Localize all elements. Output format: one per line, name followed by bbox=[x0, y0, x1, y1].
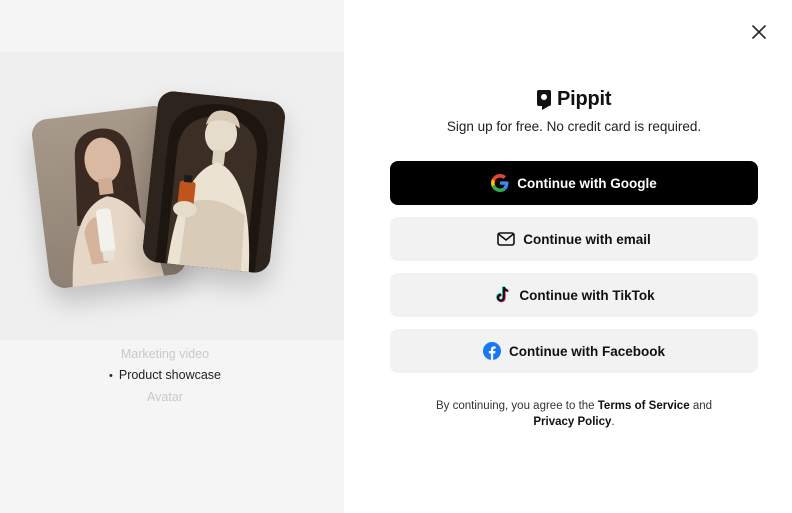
tiktok-icon bbox=[493, 286, 511, 304]
tiktok-button-label: Continue with TikTok bbox=[519, 287, 655, 303]
continue-with-google-button[interactable]: Continue with Google bbox=[390, 161, 758, 205]
pippit-logo-icon bbox=[537, 89, 551, 110]
mode-avatar[interactable]: Avatar bbox=[0, 387, 330, 408]
google-button-label: Continue with Google bbox=[517, 175, 657, 191]
legal-prefix: By continuing, you agree to the bbox=[436, 400, 595, 412]
continue-with-email-button[interactable]: Continue with email bbox=[390, 217, 758, 261]
mail-icon bbox=[497, 230, 516, 248]
showcase-panel: Marketing video Product showcase Avatar bbox=[0, 0, 344, 513]
signup-subtitle: Sign up for free. No credit card is requ… bbox=[446, 119, 702, 134]
brand-logo: Pippit bbox=[536, 88, 612, 111]
showcase-mode-list: Marketing video Product showcase Avatar bbox=[0, 344, 330, 408]
facebook-button-label: Continue with Facebook bbox=[508, 343, 665, 359]
showcase-gallery bbox=[0, 52, 344, 340]
terms-of-service-link[interactable]: Terms of Service bbox=[598, 400, 690, 412]
close-icon bbox=[752, 25, 766, 39]
continue-with-tiktok-button[interactable]: Continue with TikTok bbox=[390, 273, 758, 317]
close-button[interactable] bbox=[748, 21, 770, 43]
statue-photo-card bbox=[141, 89, 287, 275]
privacy-policy-link[interactable]: Privacy Policy bbox=[533, 416, 611, 428]
mode-marketing-video[interactable]: Marketing video bbox=[0, 344, 330, 365]
google-icon bbox=[491, 174, 509, 192]
legal-and: and bbox=[692, 400, 712, 412]
legal-notice: By continuing, you agree to the Terms of… bbox=[410, 398, 738, 430]
email-button-label: Continue with email bbox=[523, 231, 651, 247]
legal-suffix: . bbox=[611, 416, 615, 428]
mode-product-showcase[interactable]: Product showcase bbox=[0, 365, 330, 387]
brand-name: Pippit bbox=[557, 88, 612, 110]
facebook-icon bbox=[482, 342, 501, 360]
continue-with-facebook-button[interactable]: Continue with Facebook bbox=[390, 329, 758, 373]
statue-photo-image bbox=[141, 89, 287, 275]
